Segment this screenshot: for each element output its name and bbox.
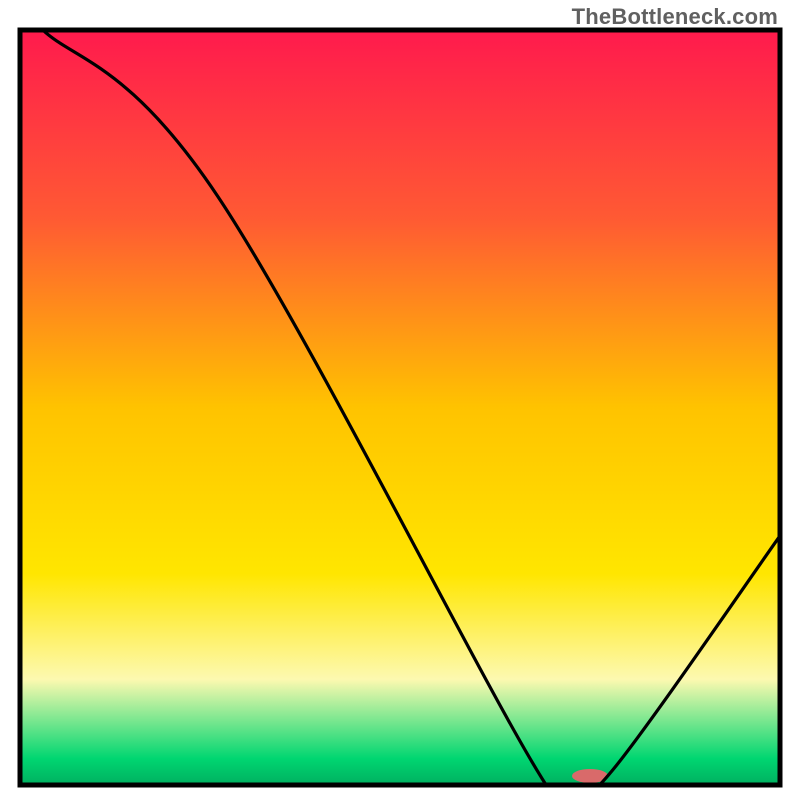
bottleneck-chart: TheBottleneck.com	[0, 0, 800, 800]
watermark-text: TheBottleneck.com	[572, 4, 778, 30]
gradient-background	[20, 30, 780, 785]
chart-svg	[0, 0, 800, 800]
